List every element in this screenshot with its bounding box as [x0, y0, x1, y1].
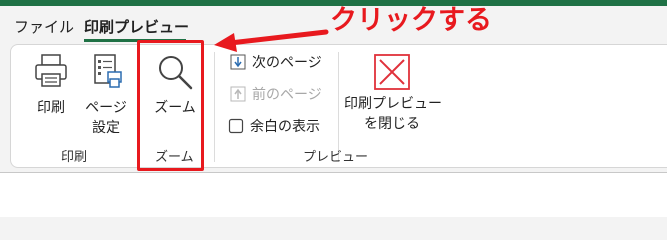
checkbox-icon	[228, 118, 244, 134]
close-icon	[374, 54, 410, 90]
prev-page-icon	[230, 86, 246, 102]
page-setup-button[interactable]: ページ 設定	[84, 52, 128, 138]
zoom-highlight-box	[137, 40, 204, 171]
print-button-label: 印刷	[37, 100, 65, 116]
group-separator	[338, 52, 339, 162]
prev-page-label: 前のページ	[252, 87, 322, 103]
page-setup-icon	[94, 54, 122, 88]
print-button[interactable]: 印刷	[30, 52, 72, 118]
tab-file[interactable]: ファイル	[14, 17, 74, 37]
close-print-preview-button[interactable]: 印刷プレビュー を閉じる	[344, 52, 442, 134]
group-label-print: 印刷	[61, 150, 88, 165]
next-page-label: 次のページ	[252, 55, 322, 71]
printer-icon	[35, 54, 67, 87]
show-margins-label: 余白の表示	[250, 119, 320, 135]
next-page-icon	[230, 54, 246, 70]
group-label-preview: プレビュー	[303, 150, 369, 165]
annotation-arrow-icon	[214, 29, 329, 52]
close-preview-label-line2: を閉じる	[364, 116, 420, 132]
tab-print-preview[interactable]: 印刷プレビュー	[84, 17, 189, 37]
group-separator	[214, 52, 215, 162]
close-preview-label-line1: 印刷プレビュー	[344, 96, 442, 112]
page-setup-label-line2: 設定	[92, 120, 120, 136]
annotation-text: クリックする	[330, 5, 492, 36]
page-setup-label-line1: ページ	[85, 100, 127, 116]
preview-sheet-area	[0, 172, 667, 217]
